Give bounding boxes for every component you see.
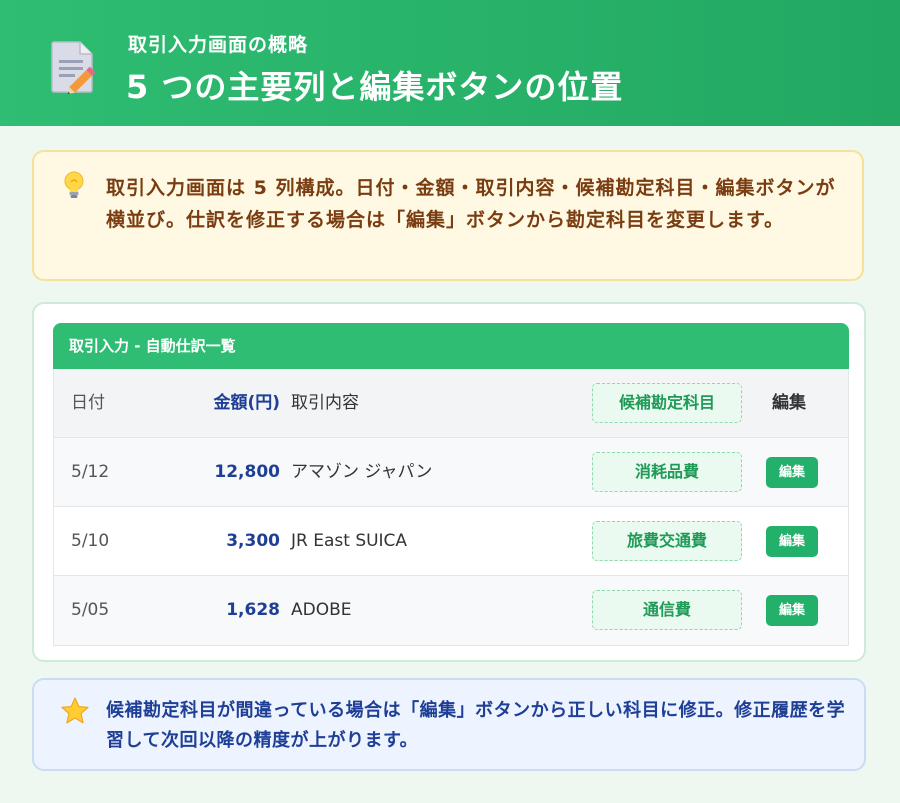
row-account-badge: 旅費交通費 — [592, 521, 742, 561]
row-date: 5/10 — [71, 531, 110, 551]
row-date: 5/12 — [71, 462, 110, 482]
row-description: ADOBE — [291, 600, 352, 620]
table-card: 取引入力 - 自動仕訳一覧 日付 金額(円) 取引内容 候補勘定科目 編集 5/… — [32, 302, 866, 662]
header-subtitle: 取引入力画面の概略 — [128, 34, 309, 56]
edit-button[interactable]: 編集 — [766, 457, 818, 488]
row-amount: 1,628 — [226, 600, 280, 620]
tip-text: 取引入力画面は 5 列構成。日付・金額・取引内容・候補勘定科目・編集ボタンが横並… — [106, 177, 836, 231]
page-title: 5 つの主要列と編集ボタンの位置 — [126, 68, 624, 106]
table-row: 5/05 1,628 ADOBE 通信費 編集 — [54, 576, 848, 645]
column-header-amount: 金額(円) — [213, 393, 280, 413]
tip-box: 取引入力画面は 5 列構成。日付・金額・取引内容・候補勘定科目・編集ボタンが横並… — [32, 150, 864, 281]
document-pencil-icon — [51, 41, 96, 94]
column-header-date: 日付 — [71, 393, 105, 413]
table-header-row: 日付 金額(円) 取引内容 候補勘定科目 編集 — [54, 369, 848, 438]
note-box: 候補勘定科目が間違っている場合は「編集」ボタンから正しい科目に修正。修正履歴を学… — [32, 678, 866, 771]
row-amount: 3,300 — [226, 531, 280, 551]
transaction-table: 日付 金額(円) 取引内容 候補勘定科目 編集 5/12 12,800 アマゾン… — [53, 369, 849, 646]
table-row: 5/10 3,300 JR East SUICA 旅費交通費 編集 — [54, 507, 848, 576]
row-account-badge: 消耗品費 — [592, 452, 742, 492]
note-text: 候補勘定科目が間違っている場合は「編集」ボタンから正しい科目に修正。修正履歴を学… — [106, 700, 846, 751]
row-date: 5/05 — [71, 600, 110, 620]
row-description: アマゾン ジャパン — [291, 462, 433, 482]
edit-button[interactable]: 編集 — [766, 595, 818, 626]
row-account-badge: 通信費 — [592, 590, 742, 630]
row-description: JR East SUICA — [291, 531, 408, 551]
row-amount: 12,800 — [214, 462, 280, 482]
table-row: 5/12 12,800 アマゾン ジャパン 消耗品費 編集 — [54, 438, 848, 507]
header-banner: 取引入力画面の概略 5 つの主要列と編集ボタンの位置 — [0, 0, 900, 126]
column-header-edit: 編集 — [772, 393, 806, 413]
edit-button[interactable]: 編集 — [766, 526, 818, 557]
column-header-description: 取引内容 — [291, 393, 359, 413]
lightbulb-icon — [64, 171, 84, 198]
table-title: 取引入力 - 自動仕訳一覧 — [53, 323, 849, 369]
star-icon — [61, 697, 89, 724]
column-header-account: 候補勘定科目 — [592, 383, 742, 423]
